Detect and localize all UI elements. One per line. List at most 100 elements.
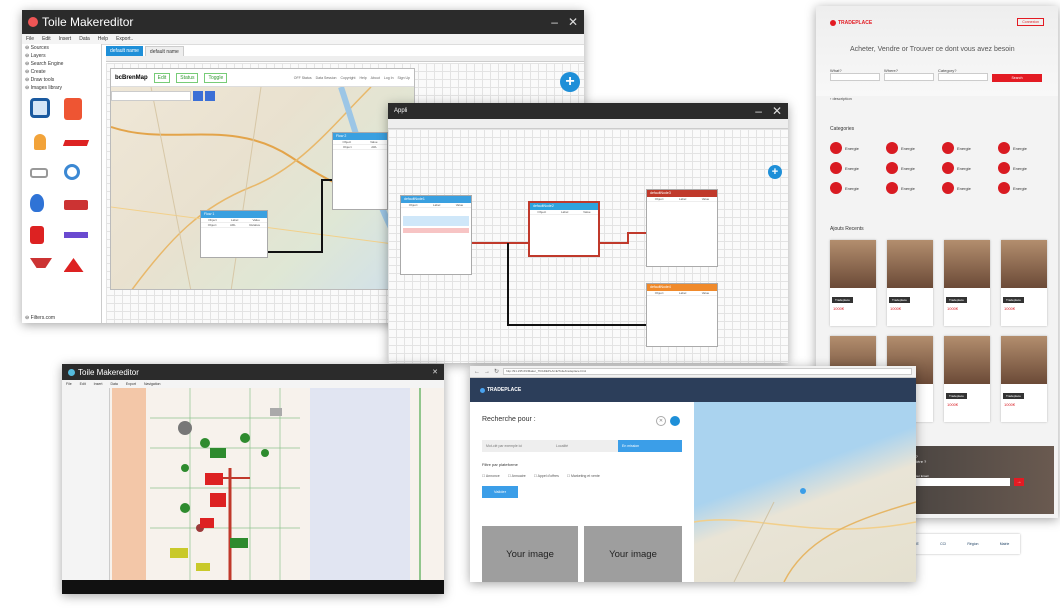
map-search[interactable] (111, 91, 191, 101)
category-item[interactable]: Energie (942, 142, 998, 154)
category-select[interactable] (938, 73, 988, 81)
flow-node-b[interactable]: defaultNode2 Object Label Value (528, 201, 600, 257)
what-input[interactable] (830, 73, 880, 81)
description-link[interactable]: › description (830, 96, 852, 101)
close-icon[interactable]: ✕ (432, 368, 438, 376)
barrel-icon[interactable] (30, 226, 44, 244)
category-item[interactable]: Energie (830, 162, 886, 174)
menu-insert[interactable]: Insert (59, 36, 72, 42)
close-icon[interactable]: ✕ (772, 104, 782, 118)
link-login[interactable]: Log In (384, 76, 394, 80)
listing-card[interactable]: Tradeplace1000€ (1001, 240, 1047, 326)
flow-node-d[interactable]: defaultNode4 Object Label Value (646, 283, 718, 347)
flow-add-button[interactable]: + (768, 165, 782, 179)
menu-insert[interactable]: Insert (94, 382, 103, 386)
category-item[interactable]: Energie (830, 142, 886, 154)
menu-file[interactable]: File (66, 382, 72, 386)
category-item[interactable]: Energie (998, 162, 1054, 174)
cta-email-input[interactable] (914, 478, 1010, 486)
worker-icon[interactable] (63, 98, 82, 120)
listing-card[interactable]: Tradeplace1000€ (830, 240, 876, 326)
category-item[interactable]: Energie (886, 142, 942, 154)
menu-file[interactable]: File (26, 36, 34, 42)
menu-data[interactable]: Data (110, 382, 117, 386)
keyword-input[interactable]: Mot-clé par exemple ici (482, 440, 552, 452)
submit-button[interactable]: Valider (482, 486, 518, 498)
flow-node-a[interactable]: defaultNode1 Object Label Value (400, 195, 472, 275)
map-btn-toggle[interactable]: Toggle (204, 72, 228, 83)
menu-edit[interactable]: Edit (42, 36, 51, 42)
add-button[interactable]: + (560, 72, 580, 92)
sidebar-item-layers[interactable]: ⊖ Layers (22, 52, 101, 60)
results-map[interactable] (693, 402, 916, 582)
link-session[interactable]: Data Session (316, 76, 337, 80)
filter-marketing[interactable]: ☐ Marketing et vente (567, 474, 600, 478)
link-help[interactable]: Help (359, 76, 366, 80)
flow-node-2[interactable]: Flow 2 Object Value Object ARL (332, 132, 388, 210)
category-item[interactable]: Energie (886, 182, 942, 194)
filter-annonce[interactable]: ☐ Annonce (482, 474, 500, 478)
cta-submit-button[interactable]: → (1014, 478, 1024, 486)
menu-export[interactable]: Export.. (116, 36, 133, 42)
mission-select[interactable]: En mission (618, 440, 682, 452)
pipe-red-icon[interactable] (62, 140, 89, 146)
gauge-icon[interactable] (63, 164, 80, 180)
minimize-icon[interactable]: – (755, 104, 762, 118)
flow-node-1[interactable]: Flow 1 Object Label Value Object ARL Relativ… (200, 210, 268, 258)
menu-navigation[interactable]: Navigation (144, 382, 161, 386)
filter-offres[interactable]: ☐ Appel d'offres (534, 474, 559, 478)
map-btn-status[interactable]: Status (176, 72, 199, 83)
listing-card[interactable]: Tradeplace1000€ (944, 240, 990, 326)
filter-annuaire[interactable]: ☐ Annuaire (508, 474, 526, 478)
category-item[interactable]: Energie (886, 162, 942, 174)
logo-icon[interactable] (63, 232, 88, 238)
sidebar-item-sources[interactable]: ⊖ Sources (22, 44, 101, 52)
valve-icon[interactable] (30, 168, 48, 178)
menu-export[interactable]: Export (126, 382, 136, 386)
sidebar-item-search[interactable]: ⊖ Search Engine (22, 60, 101, 68)
sidebar-item-draw[interactable]: ⊖ Draw tools (22, 76, 101, 84)
category-item[interactable]: Energie (942, 162, 998, 174)
search-button[interactable]: Search (992, 74, 1042, 82)
sidebar-item-create[interactable]: ⊖ Create (22, 68, 101, 76)
reload-icon[interactable]: ↻ (494, 368, 499, 375)
flame-icon[interactable] (30, 194, 44, 212)
flow-node-c[interactable]: defaultNode3 Object Label Value (646, 189, 718, 267)
link-copyright[interactable]: Copyright (340, 76, 355, 80)
close-icon[interactable]: ✕ (568, 15, 578, 29)
tower-icon[interactable] (30, 98, 50, 118)
link-about[interactable]: About (371, 76, 380, 80)
map-search-btn2[interactable] (205, 91, 215, 101)
category-item[interactable]: Energie (998, 182, 1054, 194)
category-item[interactable]: Energie (942, 182, 998, 194)
category-item[interactable]: Energie (830, 182, 886, 194)
category-item[interactable]: Energie (998, 142, 1054, 154)
listing-card[interactable]: Tradeplace1000€ (887, 240, 933, 326)
sidebar-item-images[interactable]: ⊖ Images library (22, 84, 101, 92)
hopper-icon[interactable] (30, 258, 52, 268)
url-bar[interactable]: http://91.235.69/Maker_TRADEPLACE/Toile/… (503, 368, 912, 375)
diagram-canvas[interactable] (110, 388, 444, 580)
map-btn-edit[interactable]: Edit (153, 72, 171, 83)
connexion-button[interactable]: Connexion (1017, 18, 1044, 26)
map-search-btn[interactable] (193, 91, 203, 101)
close-filter-button[interactable]: ✕ (656, 416, 666, 426)
listing-card[interactable]: Tradeplace1000€ (1001, 336, 1047, 422)
listing-card[interactable]: Tradeplace1000€ (944, 336, 990, 422)
map-marker-icon[interactable] (800, 488, 806, 494)
minimize-icon[interactable]: – (551, 15, 558, 29)
sidebar-footer[interactable]: ⊖ Filters.com (25, 315, 55, 321)
person-icon[interactable] (34, 134, 46, 150)
where-input[interactable] (884, 73, 934, 81)
menu-data[interactable]: Data (79, 36, 90, 42)
back-icon[interactable]: ← (474, 369, 480, 375)
ship-icon[interactable] (63, 200, 88, 210)
menu-edit[interactable]: Edit (80, 382, 86, 386)
forward-icon[interactable]: → (484, 369, 490, 375)
search-go-button[interactable] (670, 416, 680, 426)
link-signup[interactable]: Sign Up (398, 76, 410, 80)
link-status[interactable]: OFF Status (294, 76, 312, 80)
location-input[interactable]: Localité (552, 440, 618, 452)
menu-help[interactable]: Help (98, 36, 108, 42)
triangle-icon[interactable] (63, 258, 84, 272)
